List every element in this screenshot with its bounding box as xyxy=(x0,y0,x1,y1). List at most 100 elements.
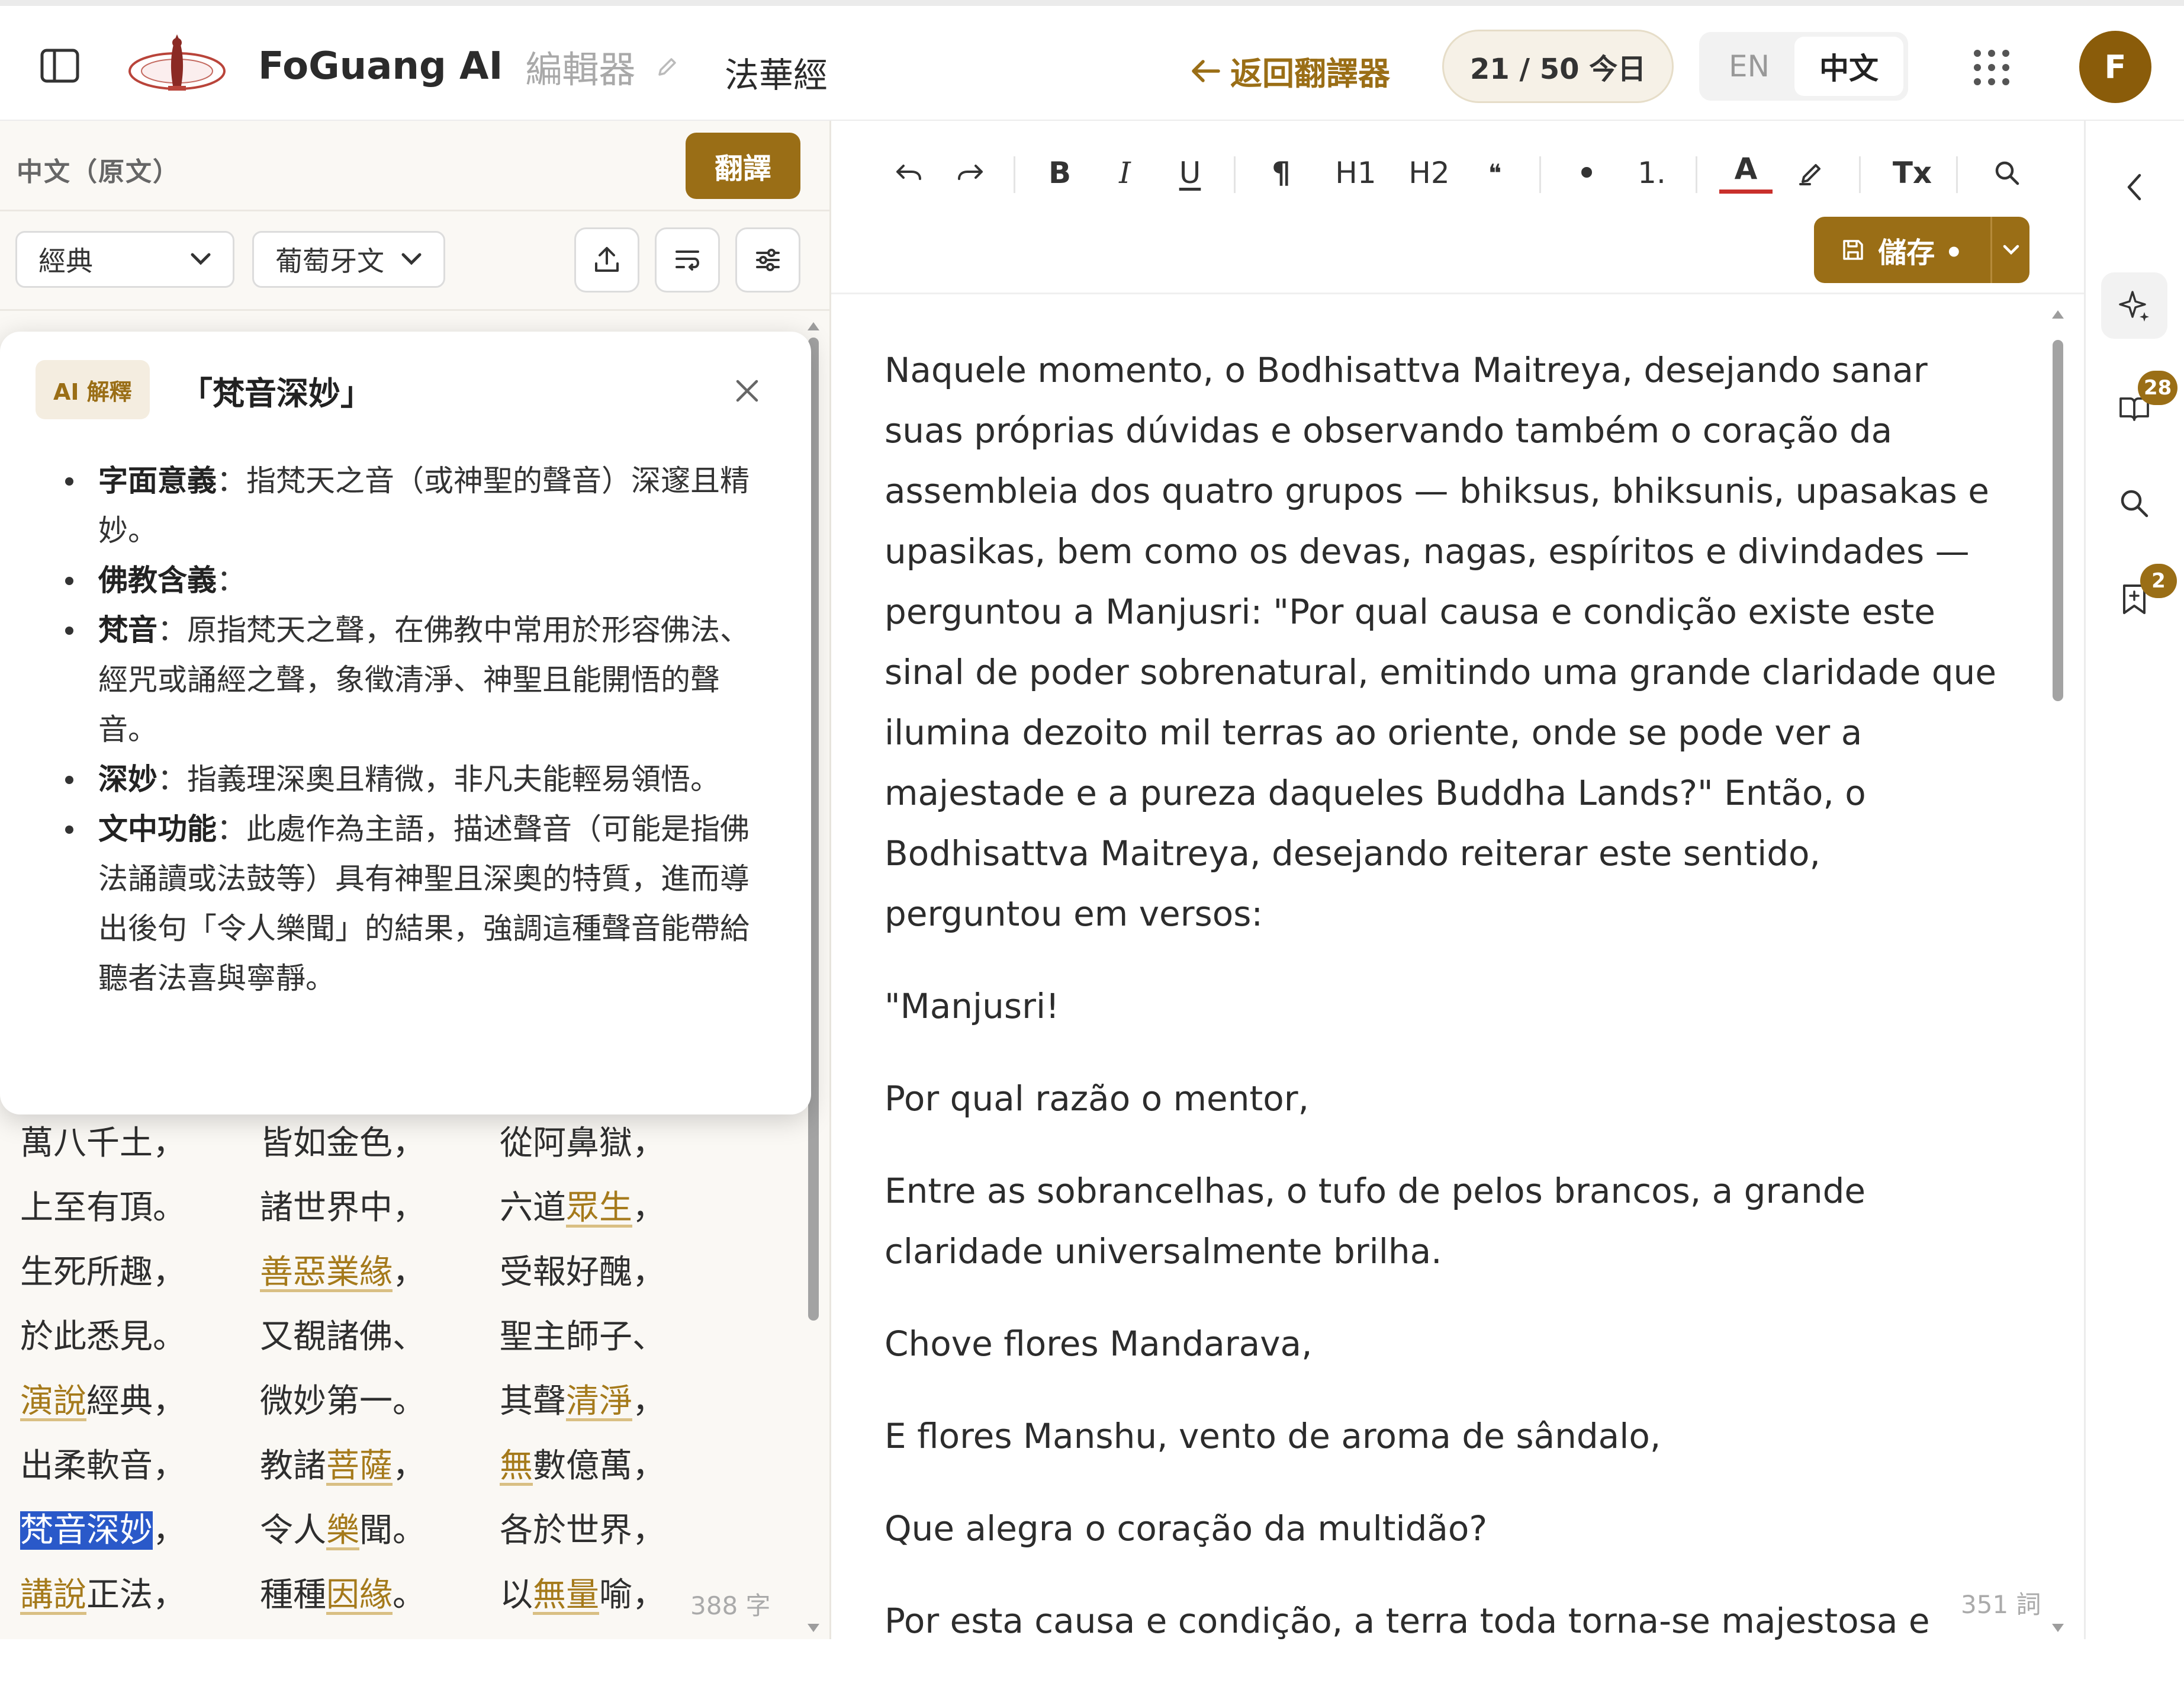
clear-format-button[interactable]: Tx xyxy=(1883,148,1942,198)
scripture-phrase[interactable]: 演說經典， xyxy=(20,1369,260,1434)
glossary-term[interactable]: 無量 xyxy=(533,1576,599,1614)
save-button[interactable]: 儲存 • xyxy=(1814,217,1990,283)
scripture-phrase[interactable]: 種種因緣。 xyxy=(260,1563,500,1627)
toolbar-separator xyxy=(1234,156,1236,193)
scripture-phrase[interactable]: 教諸菩薩， xyxy=(260,1434,500,1498)
explanation-text: ： xyxy=(217,563,246,598)
scripture-phrase[interactable]: 萬八千土， xyxy=(20,1111,260,1175)
phrase-text: ， xyxy=(153,1511,186,1550)
scripture-phrase[interactable]: 生死所趣， xyxy=(20,1240,260,1305)
editor-paragraph[interactable]: E flores Manshu, vento de aroma de sânda… xyxy=(884,1406,2009,1466)
quote-button[interactable]: ❝ xyxy=(1474,148,1516,198)
glossary-term[interactable]: 樂 xyxy=(326,1511,359,1550)
scripture-phrase[interactable]: 出柔軟音， xyxy=(20,1434,260,1498)
user-avatar[interactable]: F xyxy=(2079,31,2151,103)
toolbar-separator xyxy=(1859,156,1861,193)
sidebar-toggle-icon[interactable] xyxy=(40,49,79,83)
italic-button[interactable]: I xyxy=(1101,148,1149,198)
glossary-term[interactable]: 善惡業緣 xyxy=(260,1253,393,1292)
lang-zh-option[interactable]: 中文 xyxy=(1794,37,1903,96)
rail-search-button[interactable] xyxy=(2101,470,2167,537)
editor-scrollbar-thumb[interactable] xyxy=(2053,340,2063,701)
scripture-phrase[interactable]: 令人樂聞。 xyxy=(260,1498,500,1563)
redo-icon[interactable] xyxy=(950,148,991,198)
glossary-term[interactable]: 無 xyxy=(500,1447,533,1485)
explanation-label: 文中功能 xyxy=(98,812,217,846)
apps-grid-icon[interactable] xyxy=(1973,49,2011,86)
back-to-translator-link[interactable]: 返回翻譯器 xyxy=(1190,47,1390,94)
genre-select[interactable]: 經典 xyxy=(15,231,234,288)
pencil-icon[interactable] xyxy=(655,56,678,79)
editor-paragraph[interactable]: "Manjusri! xyxy=(884,976,2009,1036)
text-wrap-button[interactable] xyxy=(655,227,720,293)
editor-scrollbar[interactable] xyxy=(2048,308,2066,1639)
editor-paragraph[interactable]: Naquele momento, o Bodhisattva Maitreya,… xyxy=(884,340,2009,944)
scripture-phrase[interactable]: 善惡業緣， xyxy=(260,1240,500,1305)
phrase-text: 微妙第一。 xyxy=(260,1382,426,1421)
translate-button[interactable]: 翻譯 xyxy=(686,133,800,199)
scripture-phrase[interactable]: 諸世界中， xyxy=(260,1175,500,1240)
save-button-group: 儲存 • xyxy=(1814,217,2029,283)
scripture-phrase[interactable]: 受報好醜， xyxy=(500,1240,739,1305)
scripture-phrase[interactable]: 無數億萬， xyxy=(500,1434,739,1498)
ai-assist-button[interactable] xyxy=(2101,272,2167,339)
toolbar-separator xyxy=(1539,156,1541,193)
scripture-phrase[interactable]: 梵音深妙， xyxy=(20,1498,260,1563)
close-icon[interactable] xyxy=(734,378,760,404)
editor-paragraph[interactable]: Por qual razão o mentor, xyxy=(884,1068,2009,1129)
ordered-list-button[interactable]: 1. xyxy=(1628,148,1675,198)
glossary-term[interactable]: 講說 xyxy=(20,1576,86,1614)
char-count: 388 字 xyxy=(690,1591,771,1620)
scripture-phrase[interactable]: 其聲清淨， xyxy=(500,1369,739,1434)
glossary-term[interactable]: 眾生 xyxy=(566,1189,632,1227)
scripture-phrase[interactable]: 又覩諸佛、 xyxy=(260,1305,500,1369)
bold-button[interactable]: B xyxy=(1036,148,1083,198)
editor-paragraph[interactable]: Entre as sobrancelhas, o tufo de pelos b… xyxy=(884,1161,2009,1281)
word-count: 351 詞 xyxy=(1961,1590,2041,1619)
upload-button[interactable] xyxy=(574,227,639,293)
bullet-list-button[interactable]: • xyxy=(1563,148,1610,198)
heading1-button[interactable]: H1 xyxy=(1326,148,1385,198)
collapse-rail-button[interactable] xyxy=(2101,154,2167,220)
glossary-term[interactable]: 清淨 xyxy=(566,1382,632,1421)
scripture-phrase[interactable]: 皆如金色， xyxy=(260,1111,500,1175)
chevron-down-icon xyxy=(401,252,422,266)
scripture-phrase[interactable]: 各於世界， xyxy=(500,1498,739,1563)
highlight-pen-icon[interactable] xyxy=(1788,148,1835,198)
document-title[interactable]: 法華經 xyxy=(725,47,828,97)
search-icon[interactable] xyxy=(1983,148,2031,198)
glossary-term[interactable]: 演說 xyxy=(20,1382,86,1421)
explanation-item: 字面意義：指梵天之音（或神聖的聲音）深邃且精妙。 xyxy=(65,456,761,555)
scripture-phrase[interactable]: 六道眾生， xyxy=(500,1175,739,1240)
glossary-book-button[interactable]: 28 xyxy=(2101,371,2178,441)
bookmarks-button[interactable]: 2 xyxy=(2101,564,2177,632)
settings-sliders-button[interactable] xyxy=(735,227,800,293)
selected-text[interactable]: 梵音深妙 xyxy=(20,1511,153,1550)
explanation-label: 佛教含義 xyxy=(98,563,217,598)
save-options-dropdown[interactable] xyxy=(1992,217,2029,283)
heading2-button[interactable]: H2 xyxy=(1400,148,1459,198)
editor-content[interactable]: Naquele momento, o Bodhisattva Maitreya,… xyxy=(884,340,2009,1683)
underline-button[interactable]: U xyxy=(1166,148,1214,198)
usage-count: 21 / 50 今日 xyxy=(1470,53,1646,86)
paragraph-button[interactable]: ¶ xyxy=(1257,148,1305,198)
undo-icon[interactable] xyxy=(888,148,929,198)
scripture-phrase[interactable]: 從阿鼻獄， xyxy=(500,1111,739,1175)
scripture-text[interactable]: 萬八千土， 皆如金色， 從阿鼻獄， 上至有頂。 諸世界中， 六道眾生， 生死所趣， 善惡業緣，… xyxy=(20,1111,778,1627)
text-color-button[interactable]: A xyxy=(1719,148,1773,194)
lang-en-option[interactable]: EN xyxy=(1704,37,1794,96)
editor-paragraph[interactable]: Por esta causa e condição, a terra toda … xyxy=(884,1591,2009,1651)
scripture-phrase[interactable]: 上至有頂。 xyxy=(20,1175,260,1240)
glossary-term[interactable]: 因緣 xyxy=(326,1576,393,1614)
target-language-select[interactable]: 葡萄牙文 xyxy=(252,231,445,288)
glossary-term[interactable]: 菩薩 xyxy=(326,1447,393,1485)
scripture-phrase[interactable]: 講說正法， xyxy=(20,1563,260,1627)
scripture-phrase[interactable]: 微妙第一。 xyxy=(260,1369,500,1434)
scripture-phrase[interactable]: 於此悉見。 xyxy=(20,1305,260,1369)
editor-paragraph[interactable]: Que alegra o coração da multidão? xyxy=(884,1498,2009,1559)
scripture-phrase[interactable]: 聖主師子、 xyxy=(500,1305,739,1369)
daily-usage-counter: 21 / 50 今日 xyxy=(1442,30,1674,103)
explanation-item: 深妙：指義理深奧且精微，非凡夫能輕易領悟。 xyxy=(65,754,761,804)
explanation-label: 字面意義 xyxy=(98,464,217,498)
editor-paragraph[interactable]: Chove flores Mandarava, xyxy=(884,1313,2009,1374)
